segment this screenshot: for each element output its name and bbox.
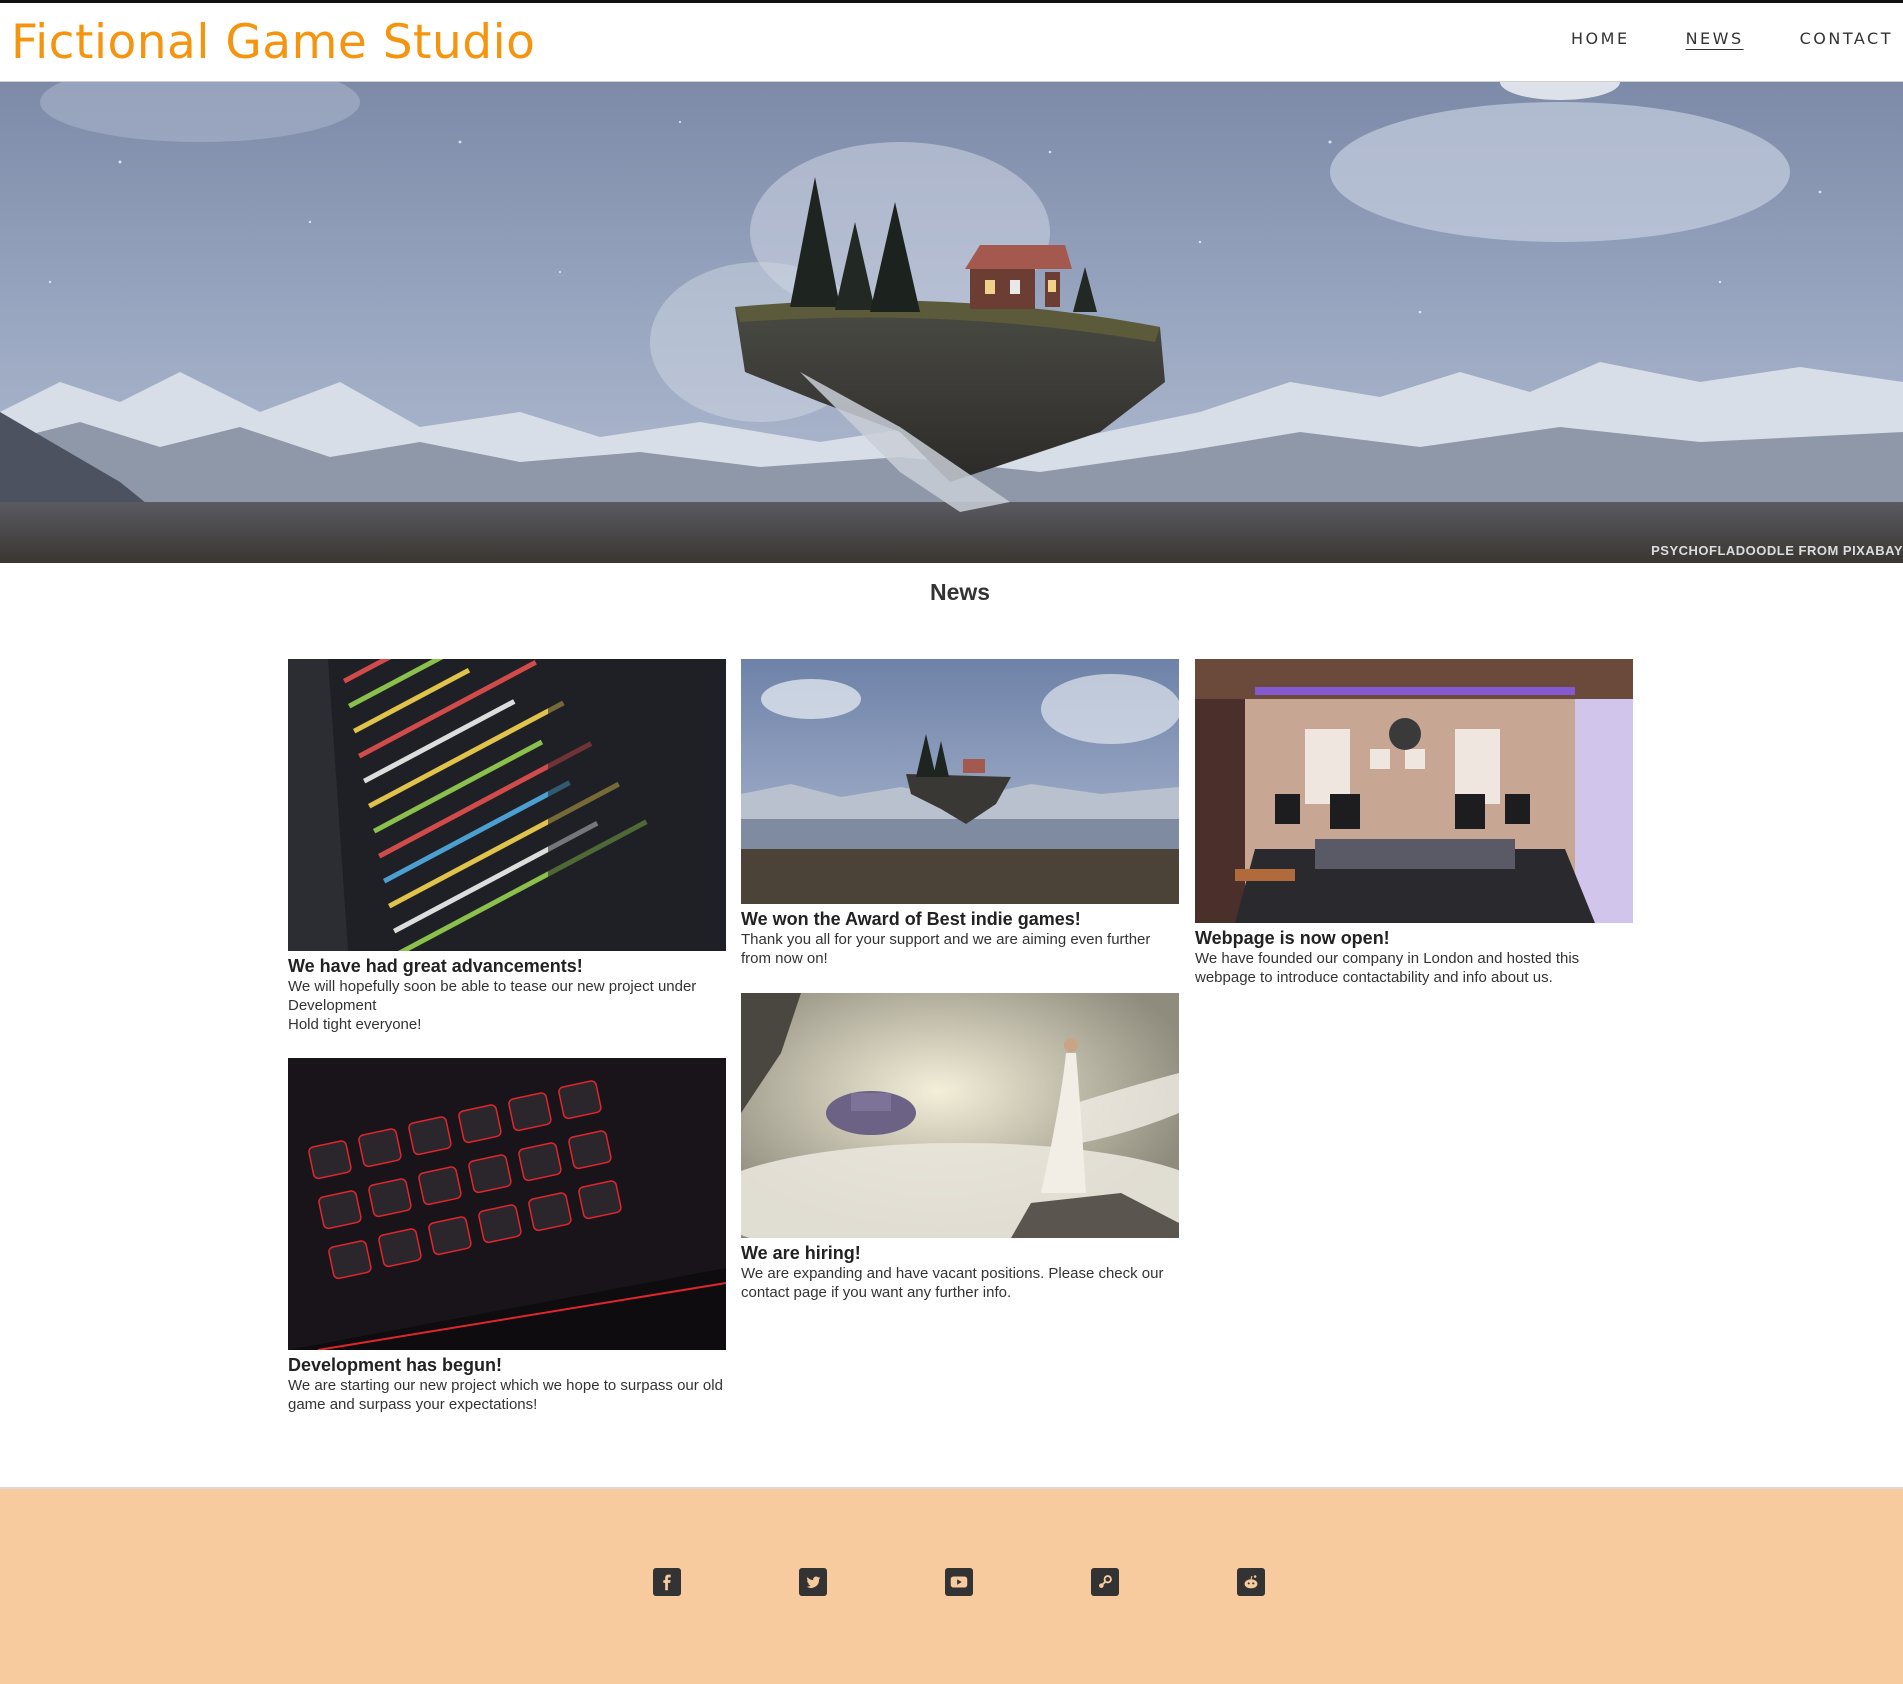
news-card[interactable]: We won the Award of Best indie games! Th…: [741, 659, 1179, 968]
news-card[interactable]: Development has begun! We are starting o…: [288, 1058, 726, 1414]
news-card-title[interactable]: We are hiring!: [741, 1243, 1179, 1264]
reddit-icon[interactable]: [1237, 1568, 1265, 1596]
news-card-image[interactable]: [1195, 659, 1633, 923]
news-card-title[interactable]: Webpage is now open!: [1195, 928, 1633, 949]
hero-image-credit: PSYCHOFLADOODLE FROM PIXABAY: [1651, 543, 1903, 558]
nav-news[interactable]: NEWS: [1686, 29, 1744, 48]
main-nav: HOME NEWS CONTACT: [1571, 29, 1893, 48]
news-card-title[interactable]: We won the Award of Best indie games!: [741, 909, 1179, 930]
news-card-title[interactable]: Development has begun!: [288, 1355, 726, 1376]
social-links: [653, 1568, 1265, 1596]
news-card-text: We are starting our new project which we…: [288, 1377, 723, 1413]
news-card-image[interactable]: [741, 659, 1179, 904]
site-header: Fictional Game Studio HOME NEWS CONTACT: [0, 0, 1903, 82]
hero-image: [0, 82, 1903, 563]
youtube-icon[interactable]: [945, 1568, 973, 1596]
hero-banner: PSYCHOFLADOODLE FROM PIXABAY: [0, 82, 1903, 563]
steam-icon[interactable]: [1091, 1568, 1119, 1596]
news-card[interactable]: We are hiring! We are expanding and have…: [741, 993, 1179, 1302]
news-card-text: We have founded our company in London an…: [1195, 950, 1580, 986]
news-card[interactable]: Webpage is now open! We have founded our…: [1195, 659, 1633, 987]
news-card-image[interactable]: [288, 659, 726, 951]
news-card-title[interactable]: We have had great advancements!: [288, 956, 726, 977]
news-card-image[interactable]: [288, 1058, 726, 1350]
news-card-text: Thank you all for your support and we ar…: [741, 931, 1151, 967]
news-card-image[interactable]: [741, 993, 1179, 1238]
nav-contact[interactable]: CONTACT: [1800, 29, 1893, 48]
news-card-text: We will hopefully soon be able to tease …: [288, 978, 697, 1033]
twitter-icon[interactable]: [799, 1568, 827, 1596]
nav-home[interactable]: HOME: [1571, 29, 1630, 48]
news-section-title: News: [929, 579, 991, 605]
site-logo-text[interactable]: Fictional Game Studio: [11, 15, 535, 70]
news-card-text: We are expanding and have vacant positio…: [741, 1265, 1164, 1301]
news-card[interactable]: We have had great advancements! We will …: [288, 659, 726, 1034]
facebook-icon[interactable]: [653, 1568, 681, 1596]
site-footer: [0, 1487, 1903, 1684]
